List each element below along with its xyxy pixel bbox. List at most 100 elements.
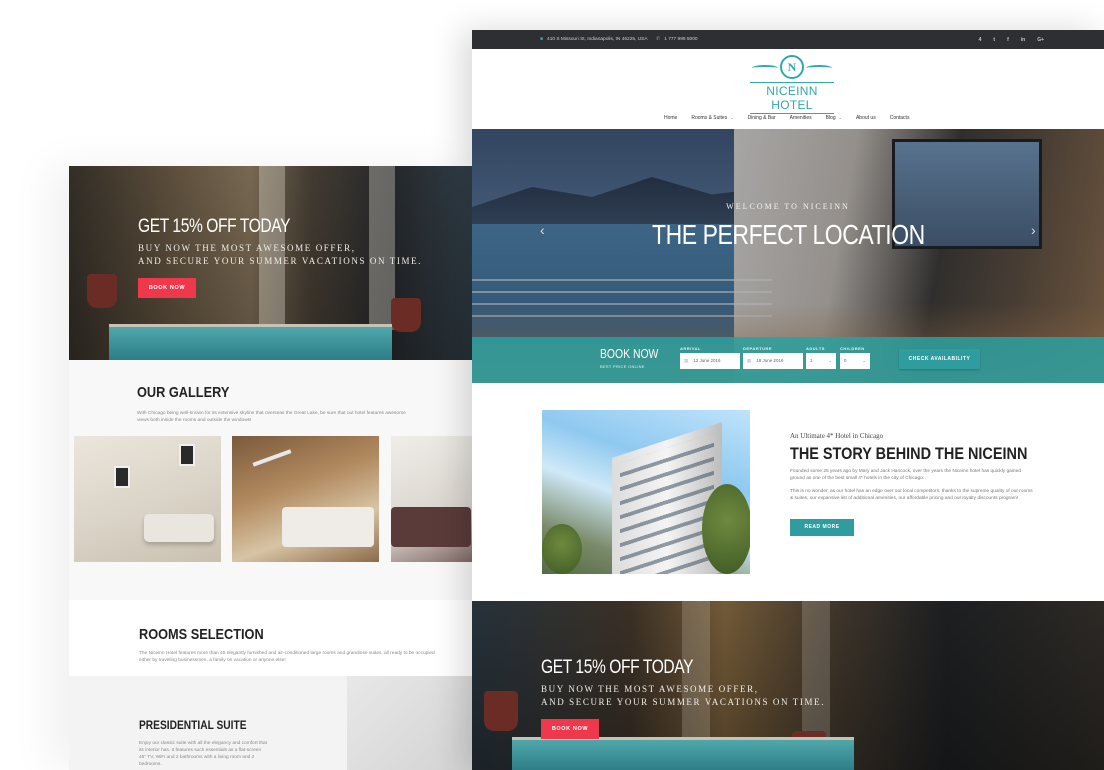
promo-title: GET 15% OFF TODAY [541, 657, 694, 678]
pool-image [109, 324, 392, 360]
site-header: N NICEINN HOTEL Home Rooms & Suites ⌄ Din… [472, 49, 1104, 129]
booking-bar: BOOK NOW BEST PRICE ONLINE ARRIVAL ▦ 12 J… [472, 337, 1104, 383]
bed-shape [391, 507, 471, 547]
nav-item-rooms[interactable]: Rooms & Suites ⌄ [691, 115, 733, 121]
children-select[interactable]: 0 ⌄ [840, 353, 870, 369]
promo-subtitle-line2: AND SECURE YOUR SUMMER VACATIONS ON TIME… [541, 697, 826, 707]
promo-subtitle-line1: BUY NOW THE MOST AWESOME OFFER, [138, 243, 356, 253]
pool-image [512, 737, 854, 770]
nav-item-blog-label: Blog [825, 115, 836, 121]
building-image [542, 410, 750, 574]
departure-label: DEPARTURE [743, 346, 773, 351]
suite-card: PRESIDENTIAL SUITE Enjoy our classic sui… [69, 676, 347, 770]
tree-shape [702, 484, 750, 574]
departure-date-value: 18 June 2016 [756, 358, 784, 363]
nav-item-dining[interactable]: Dining & Bar [748, 115, 776, 121]
booking-title: BOOK NOW [600, 346, 659, 361]
gallery-text: With Chicago being well-known for its ex… [137, 411, 406, 423]
main-page-preview: ■ 410 S Missouri St, Indianapolis, IN 462… [472, 30, 1104, 770]
hero-slider: WELCOME TO NICEINN THE PERFECT LOCATION … [472, 129, 1104, 383]
suite-title: PRESIDENTIAL SUITE [139, 718, 247, 732]
sofa-shape [144, 514, 214, 542]
adults-select[interactable]: 1 ⌄ [806, 353, 836, 369]
hero-title-text: THE PERFECT LOCATION [651, 219, 925, 250]
story-kicker: An Ultimate 4* Hotel in Chicago [790, 432, 884, 440]
facebook-icon[interactable]: f [1007, 37, 1009, 43]
promo-banner-back: GET 15% OFF TODAY BUY NOW THE MOST AWESO… [69, 166, 472, 360]
promo-title: GET 15% OFF TODAY [138, 216, 291, 237]
chevron-down-icon: ⌄ [730, 115, 734, 120]
gallery-image-living-room[interactable] [74, 436, 221, 562]
twitter-icon[interactable]: t [993, 37, 995, 43]
decor-column [802, 601, 830, 741]
story-paragraph-1: Founded some 25 years ago by Mary and Ja… [790, 469, 1021, 481]
hero-kicker: WELCOME TO NICEINN [726, 202, 850, 211]
plant-pot [484, 691, 518, 731]
nav-item-blog[interactable]: Blog ⌄ [826, 115, 842, 121]
slider-next-arrow-icon[interactable]: › [1031, 222, 1036, 238]
suite-image[interactable] [347, 676, 472, 770]
gallery-title: OUR GALLERY [137, 384, 230, 401]
phone-info: ✆ 1 777 999 5000 [656, 30, 698, 49]
story-paragraph-2: This is no wonder, as our hotel has an e… [790, 489, 1033, 501]
picture-frame [179, 444, 195, 466]
gallery-image-suite[interactable] [391, 436, 472, 562]
nav-item-amenities[interactable]: Amenities [790, 115, 812, 121]
nav-item-rooms-label: Rooms & Suites [691, 115, 728, 121]
address-info: ■ 410 S Missouri St, Indianapolis, IN 462… [540, 30, 648, 49]
gallery-image-bedroom[interactable] [232, 436, 379, 562]
gallery-section: OUR GALLERY With Chicago being well-know… [69, 360, 472, 600]
logo-text: NICEINN HOTEL [750, 82, 834, 114]
address-text: 410 S Missouri St, Indianapolis, IN 4622… [547, 37, 648, 42]
logo-swirl-left [752, 65, 778, 71]
promo-subtitle: BUY NOW THE MOST AWESOME OFFER, AND SECU… [138, 242, 422, 268]
top-bar: ■ 410 S Missouri St, Indianapolis, IN 462… [472, 30, 1104, 49]
background-page-preview: GET 15% OFF TODAY BUY NOW THE MOST AWESO… [69, 166, 472, 770]
foursquare-icon[interactable]: 4 [979, 37, 982, 43]
nav-item-home[interactable]: Home [664, 115, 677, 121]
calendar-icon: ▦ [684, 358, 689, 363]
book-now-button[interactable]: BOOK NOW [138, 278, 196, 298]
story-title: THE STORY BEHIND THE NICEINN [790, 444, 1028, 463]
nav-item-contacts[interactable]: Contacts [890, 115, 910, 121]
check-availability-button[interactable]: CHECK AVAILABILITY [899, 349, 980, 369]
suite-text: Enjoy our classic suite with all the ele… [139, 741, 267, 767]
logo-emblem-icon: N [780, 55, 804, 79]
bed-shape [282, 507, 374, 547]
google-plus-icon[interactable]: G+ [1037, 37, 1044, 43]
arrival-date-field[interactable]: ▦ 12 June 2016 [680, 353, 740, 369]
picture-frame [114, 466, 130, 488]
departure-date-field[interactable]: ▦ 18 June 2016 [743, 353, 803, 369]
chevron-down-icon: ⌄ [828, 358, 832, 363]
calendar-icon: ▦ [747, 358, 752, 363]
logo-swirl-right [806, 65, 832, 71]
promo-subtitle-line2: AND SECURE YOUR SUMMER VACATIONS ON TIME… [138, 256, 423, 266]
rooms-section: ROOMS SELECTION The Niceinn Hotel featur… [69, 600, 472, 770]
rooms-text: The Niceinn Hotel features more than 45 … [139, 651, 435, 663]
read-more-button[interactable]: READ MORE [790, 519, 854, 536]
rooms-title: ROOMS SELECTION [139, 626, 264, 643]
tree-shape [542, 524, 582, 574]
main-nav: Home Rooms & Suites ⌄ Dining & Bar Amenit… [664, 115, 909, 121]
booking-subtitle: BEST PRICE ONLINE [600, 364, 645, 369]
hero-title: THE PERFECT LOCATION [472, 219, 1104, 251]
nav-item-about[interactable]: About us [856, 115, 876, 121]
chevron-down-icon: ⌄ [862, 358, 866, 363]
plant-pot [391, 298, 421, 332]
book-now-button[interactable]: BOOK NOW [541, 719, 599, 739]
linkedin-icon[interactable]: in [1021, 37, 1025, 43]
phone-icon: ✆ [656, 36, 661, 42]
chevron-down-icon: ⌄ [838, 115, 842, 120]
adults-value: 1 [810, 358, 813, 363]
plant-pot [87, 274, 117, 308]
map-pin-icon: ■ [540, 36, 544, 42]
promo-banner-front: GET 15% OFF TODAY BUY NOW THE MOST AWESO… [472, 601, 1104, 770]
hotel-logo[interactable]: N NICEINN HOTEL [750, 55, 834, 114]
children-value: 0 [844, 358, 847, 363]
arrival-date-value: 12 June 2016 [693, 358, 721, 363]
story-section: An Ultimate 4* Hotel in Chicago THE STOR… [472, 383, 1104, 601]
social-links: 4 t f in G+ [979, 30, 1044, 49]
slider-prev-arrow-icon[interactable]: ‹ [540, 222, 545, 238]
arrival-label: ARRIVAL [680, 346, 701, 351]
adults-label: ADULTS [806, 346, 825, 351]
